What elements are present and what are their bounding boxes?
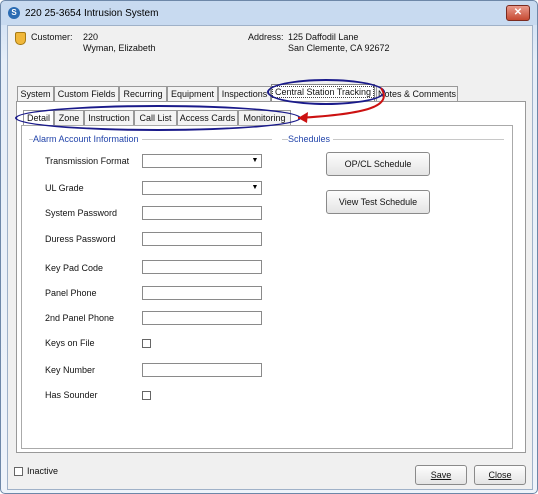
tab-inspections[interactable]: Inspections xyxy=(218,86,271,102)
tab-equipment[interactable]: Equipment xyxy=(167,86,218,102)
keys-on-file-checkbox[interactable] xyxy=(142,339,151,348)
schedules-group-title: Schedules xyxy=(288,134,334,144)
panel-phone-2-label: 2nd Panel Phone xyxy=(45,313,115,323)
address-line2: San Clemente, CA 92672 xyxy=(288,43,390,53)
view-test-schedule-button[interactable]: View Test Schedule xyxy=(326,190,430,214)
arrow-head xyxy=(298,112,308,123)
annotation-ellipse-sub-tabs xyxy=(15,105,301,131)
annotation-arrow xyxy=(297,87,385,123)
save-button-label: Save xyxy=(430,470,452,480)
chevron-down-icon[interactable]: ▼ xyxy=(250,156,260,166)
client-area: Customer: 220 Wyman, Elizabeth Address: … xyxy=(7,25,533,490)
tab-system[interactable]: System xyxy=(17,86,54,102)
window-title: 220 25-3654 Intrusion System xyxy=(25,8,159,19)
transmission-format-select[interactable]: ▼ xyxy=(142,154,262,168)
address-label: Address: xyxy=(248,32,284,42)
address-line1: 125 Daffodil Lane xyxy=(288,32,359,42)
panel-phone-label: Panel Phone xyxy=(45,288,97,298)
inactive-checkbox[interactable] xyxy=(14,467,23,476)
arrow-curve xyxy=(297,87,385,119)
duress-password-label: Duress Password xyxy=(45,234,116,244)
detail-panel xyxy=(21,125,513,449)
panel-phone-input[interactable] xyxy=(142,286,262,300)
customer-id: 220 xyxy=(83,32,99,42)
ul-grade-select[interactable]: ▼ xyxy=(142,181,262,195)
transmission-format-label: Transmission Format xyxy=(45,156,130,166)
chevron-down-icon[interactable]: ▼ xyxy=(250,183,260,193)
close-window-button[interactable]: ✕ xyxy=(506,5,530,21)
key-number-label: Key Number xyxy=(45,365,96,375)
keys-on-file-label: Keys on File xyxy=(45,338,95,348)
duress-password-input[interactable] xyxy=(142,232,262,246)
tab-recurring[interactable]: Recurring xyxy=(119,86,167,102)
save-button[interactable]: Save xyxy=(415,465,467,485)
key-pad-code-label: Key Pad Code xyxy=(45,263,104,273)
app-window: S 220 25-3654 Intrusion System ✕ Custome… xyxy=(0,0,538,494)
app-logo-icon: S xyxy=(8,7,20,19)
shield-icon xyxy=(15,32,26,45)
system-password-label: System Password xyxy=(45,208,118,218)
system-password-input[interactable] xyxy=(142,206,262,220)
alarm-account-group-title: Alarm Account Information xyxy=(33,134,142,144)
customer-label: Customer: xyxy=(31,32,73,42)
close-button-label: Close xyxy=(488,470,512,480)
tab-custom-fields[interactable]: Custom Fields xyxy=(54,86,119,102)
customer-name: Wyman, Elizabeth xyxy=(83,43,156,53)
key-pad-code-input[interactable] xyxy=(142,260,262,274)
has-sounder-label: Has Sounder xyxy=(45,390,98,400)
opcl-schedule-button[interactable]: OP/CL Schedule xyxy=(326,152,430,176)
close-button[interactable]: Close xyxy=(474,465,526,485)
key-number-input[interactable] xyxy=(142,363,262,377)
inactive-label: Inactive xyxy=(27,466,59,476)
panel-phone-2-input[interactable] xyxy=(142,311,262,325)
has-sounder-checkbox[interactable] xyxy=(142,391,151,400)
title-bar[interactable]: S 220 25-3654 Intrusion System ✕ xyxy=(1,1,537,25)
ul-grade-label: UL Grade xyxy=(45,183,84,193)
